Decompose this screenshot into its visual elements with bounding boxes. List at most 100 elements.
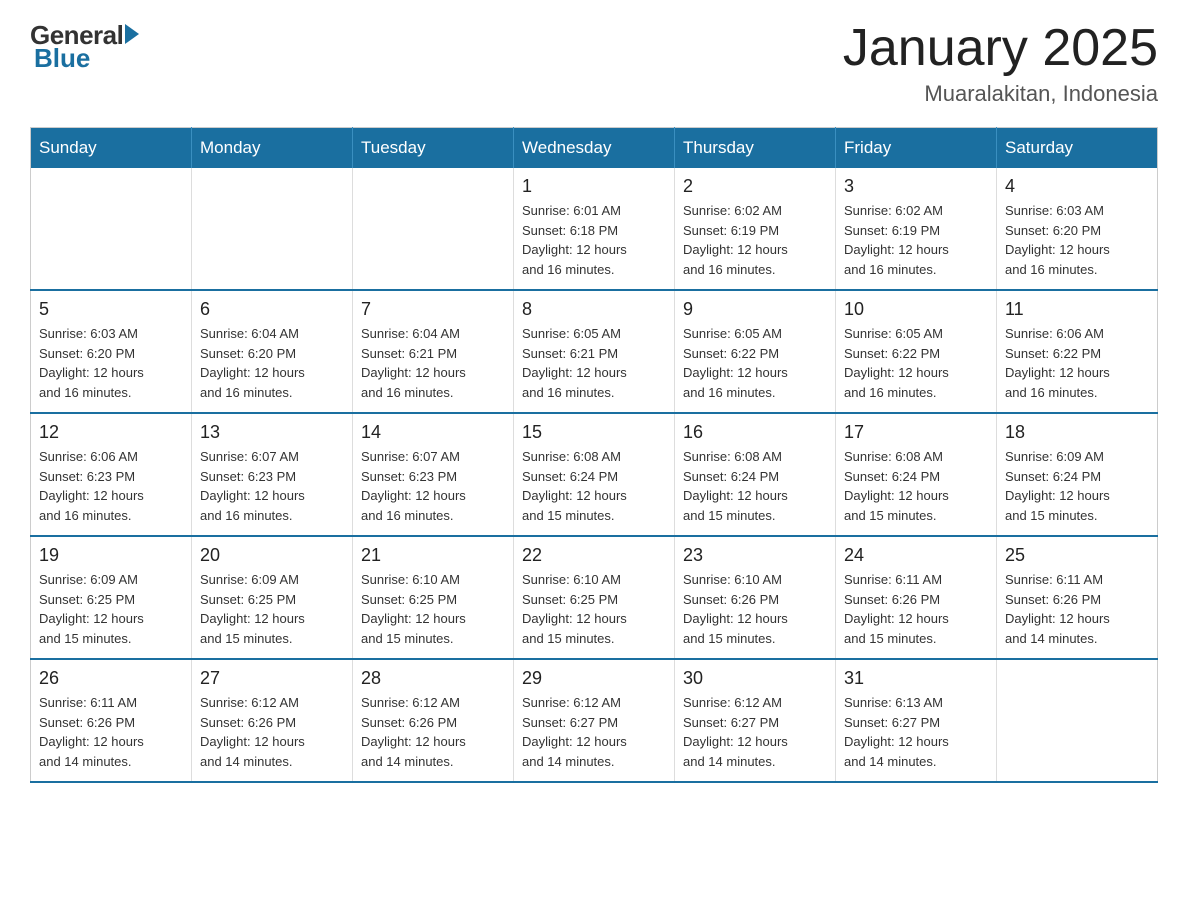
calendar-cell: 17 Sunrise: 6:08 AM Sunset: 6:24 PM Dayli…: [836, 413, 997, 536]
logo-triangle-icon: [125, 24, 139, 44]
day-info: Sunrise: 6:05 AM Sunset: 6:22 PM Dayligh…: [683, 324, 827, 402]
day-number: 15: [522, 422, 666, 443]
week-row-1: 1Sunrise: 6:01 AM Sunset: 6:18 PM Daylig…: [31, 168, 1158, 290]
week-row-2: 5 Sunrise: 6:03 AM Sunset: 6:20 PM Daylig…: [31, 290, 1158, 413]
calendar-cell: 10 Sunrise: 6:05 AM Sunset: 6:22 PM Dayli…: [836, 290, 997, 413]
calendar-cell: 4 Sunrise: 6:03 AM Sunset: 6:20 PM Daylig…: [997, 168, 1158, 290]
calendar-subtitle: Muaralakitan, Indonesia: [843, 81, 1158, 107]
calendar-cell: 7Sunrise: 6:04 AM Sunset: 6:21 PM Daylig…: [353, 290, 514, 413]
calendar-cell: [31, 168, 192, 290]
calendar-cell: 6 Sunrise: 6:04 AM Sunset: 6:20 PM Daylig…: [192, 290, 353, 413]
day-number: 7: [361, 299, 505, 320]
day-number: 22: [522, 545, 666, 566]
day-info: Sunrise: 6:02 AM Sunset: 6:19 PM Dayligh…: [844, 201, 988, 279]
day-info: Sunrise: 6:13 AM Sunset: 6:27 PM Dayligh…: [844, 693, 988, 771]
calendar-cell: 15 Sunrise: 6:08 AM Sunset: 6:24 PM Dayli…: [514, 413, 675, 536]
day-number: 6: [200, 299, 344, 320]
day-number: 28: [361, 668, 505, 689]
day-info: Sunrise: 6:09 AM Sunset: 6:25 PM Dayligh…: [200, 570, 344, 648]
calendar-cell: 13Sunrise: 6:07 AM Sunset: 6:23 PM Dayli…: [192, 413, 353, 536]
calendar-cell: 11Sunrise: 6:06 AM Sunset: 6:22 PM Dayli…: [997, 290, 1158, 413]
day-number: 18: [1005, 422, 1149, 443]
day-number: 4: [1005, 176, 1149, 197]
page-header: General Blue January 2025 Muaralakitan, …: [30, 20, 1158, 107]
calendar-cell: 2 Sunrise: 6:02 AM Sunset: 6:19 PM Daylig…: [675, 168, 836, 290]
day-number: 23: [683, 545, 827, 566]
day-info: Sunrise: 6:10 AM Sunset: 6:25 PM Dayligh…: [361, 570, 505, 648]
day-info: Sunrise: 6:10 AM Sunset: 6:26 PM Dayligh…: [683, 570, 827, 648]
calendar-cell: 21 Sunrise: 6:10 AM Sunset: 6:25 PM Dayli…: [353, 536, 514, 659]
title-block: January 2025 Muaralakitan, Indonesia: [843, 20, 1158, 107]
day-info: Sunrise: 6:03 AM Sunset: 6:20 PM Dayligh…: [39, 324, 183, 402]
week-row-3: 12Sunrise: 6:06 AM Sunset: 6:23 PM Dayli…: [31, 413, 1158, 536]
calendar-cell: 1Sunrise: 6:01 AM Sunset: 6:18 PM Daylig…: [514, 168, 675, 290]
day-info: Sunrise: 6:07 AM Sunset: 6:23 PM Dayligh…: [200, 447, 344, 525]
day-info: Sunrise: 6:05 AM Sunset: 6:21 PM Dayligh…: [522, 324, 666, 402]
day-number: 14: [361, 422, 505, 443]
day-info: Sunrise: 6:01 AM Sunset: 6:18 PM Dayligh…: [522, 201, 666, 279]
calendar-cell: 25 Sunrise: 6:11 AM Sunset: 6:26 PM Dayli…: [997, 536, 1158, 659]
day-number: 29: [522, 668, 666, 689]
day-number: 24: [844, 545, 988, 566]
day-info: Sunrise: 6:08 AM Sunset: 6:24 PM Dayligh…: [844, 447, 988, 525]
day-info: Sunrise: 6:08 AM Sunset: 6:24 PM Dayligh…: [522, 447, 666, 525]
day-number: 21: [361, 545, 505, 566]
day-number: 26: [39, 668, 183, 689]
day-info: Sunrise: 6:12 AM Sunset: 6:26 PM Dayligh…: [200, 693, 344, 771]
weekday-header-friday: Friday: [836, 128, 997, 169]
weekday-header-row: SundayMondayTuesdayWednesdayThursdayFrid…: [31, 128, 1158, 169]
calendar-cell: 22 Sunrise: 6:10 AM Sunset: 6:25 PM Dayli…: [514, 536, 675, 659]
calendar-cell: 12Sunrise: 6:06 AM Sunset: 6:23 PM Dayli…: [31, 413, 192, 536]
calendar-cell: [997, 659, 1158, 782]
day-number: 5: [39, 299, 183, 320]
day-number: 30: [683, 668, 827, 689]
day-info: Sunrise: 6:03 AM Sunset: 6:20 PM Dayligh…: [1005, 201, 1149, 279]
day-number: 20: [200, 545, 344, 566]
day-info: Sunrise: 6:11 AM Sunset: 6:26 PM Dayligh…: [844, 570, 988, 648]
weekday-header-monday: Monday: [192, 128, 353, 169]
calendar-cell: 20 Sunrise: 6:09 AM Sunset: 6:25 PM Dayli…: [192, 536, 353, 659]
day-number: 11: [1005, 299, 1149, 320]
day-info: Sunrise: 6:09 AM Sunset: 6:25 PM Dayligh…: [39, 570, 183, 648]
day-info: Sunrise: 6:02 AM Sunset: 6:19 PM Dayligh…: [683, 201, 827, 279]
calendar-cell: 18Sunrise: 6:09 AM Sunset: 6:24 PM Dayli…: [997, 413, 1158, 536]
day-number: 19: [39, 545, 183, 566]
calendar-cell: 28Sunrise: 6:12 AM Sunset: 6:26 PM Dayli…: [353, 659, 514, 782]
calendar-table: SundayMondayTuesdayWednesdayThursdayFrid…: [30, 127, 1158, 783]
weekday-header-tuesday: Tuesday: [353, 128, 514, 169]
day-number: 17: [844, 422, 988, 443]
day-info: Sunrise: 6:10 AM Sunset: 6:25 PM Dayligh…: [522, 570, 666, 648]
day-info: Sunrise: 6:12 AM Sunset: 6:27 PM Dayligh…: [683, 693, 827, 771]
day-info: Sunrise: 6:12 AM Sunset: 6:27 PM Dayligh…: [522, 693, 666, 771]
day-number: 2: [683, 176, 827, 197]
day-info: Sunrise: 6:07 AM Sunset: 6:23 PM Dayligh…: [361, 447, 505, 525]
day-number: 10: [844, 299, 988, 320]
week-row-5: 26Sunrise: 6:11 AM Sunset: 6:26 PM Dayli…: [31, 659, 1158, 782]
calendar-cell: [353, 168, 514, 290]
day-info: Sunrise: 6:11 AM Sunset: 6:26 PM Dayligh…: [1005, 570, 1149, 648]
day-info: Sunrise: 6:08 AM Sunset: 6:24 PM Dayligh…: [683, 447, 827, 525]
day-number: 3: [844, 176, 988, 197]
calendar-cell: 31 Sunrise: 6:13 AM Sunset: 6:27 PM Dayli…: [836, 659, 997, 782]
day-number: 31: [844, 668, 988, 689]
logo: General Blue: [30, 20, 139, 74]
calendar-cell: 16Sunrise: 6:08 AM Sunset: 6:24 PM Dayli…: [675, 413, 836, 536]
calendar-cell: 24 Sunrise: 6:11 AM Sunset: 6:26 PM Dayli…: [836, 536, 997, 659]
day-number: 25: [1005, 545, 1149, 566]
calendar-cell: 30 Sunrise: 6:12 AM Sunset: 6:27 PM Dayli…: [675, 659, 836, 782]
calendar-cell: 3 Sunrise: 6:02 AM Sunset: 6:19 PM Daylig…: [836, 168, 997, 290]
weekday-header-sunday: Sunday: [31, 128, 192, 169]
calendar-cell: 19 Sunrise: 6:09 AM Sunset: 6:25 PM Dayli…: [31, 536, 192, 659]
day-number: 9: [683, 299, 827, 320]
day-info: Sunrise: 6:05 AM Sunset: 6:22 PM Dayligh…: [844, 324, 988, 402]
calendar-cell: [192, 168, 353, 290]
day-number: 27: [200, 668, 344, 689]
calendar-title: January 2025: [843, 20, 1158, 77]
logo-blue-text: Blue: [34, 43, 90, 74]
calendar-cell: 29 Sunrise: 6:12 AM Sunset: 6:27 PM Dayli…: [514, 659, 675, 782]
day-info: Sunrise: 6:04 AM Sunset: 6:20 PM Dayligh…: [200, 324, 344, 402]
week-row-4: 19 Sunrise: 6:09 AM Sunset: 6:25 PM Dayli…: [31, 536, 1158, 659]
calendar-cell: 8 Sunrise: 6:05 AM Sunset: 6:21 PM Daylig…: [514, 290, 675, 413]
day-number: 8: [522, 299, 666, 320]
calendar-cell: 5 Sunrise: 6:03 AM Sunset: 6:20 PM Daylig…: [31, 290, 192, 413]
